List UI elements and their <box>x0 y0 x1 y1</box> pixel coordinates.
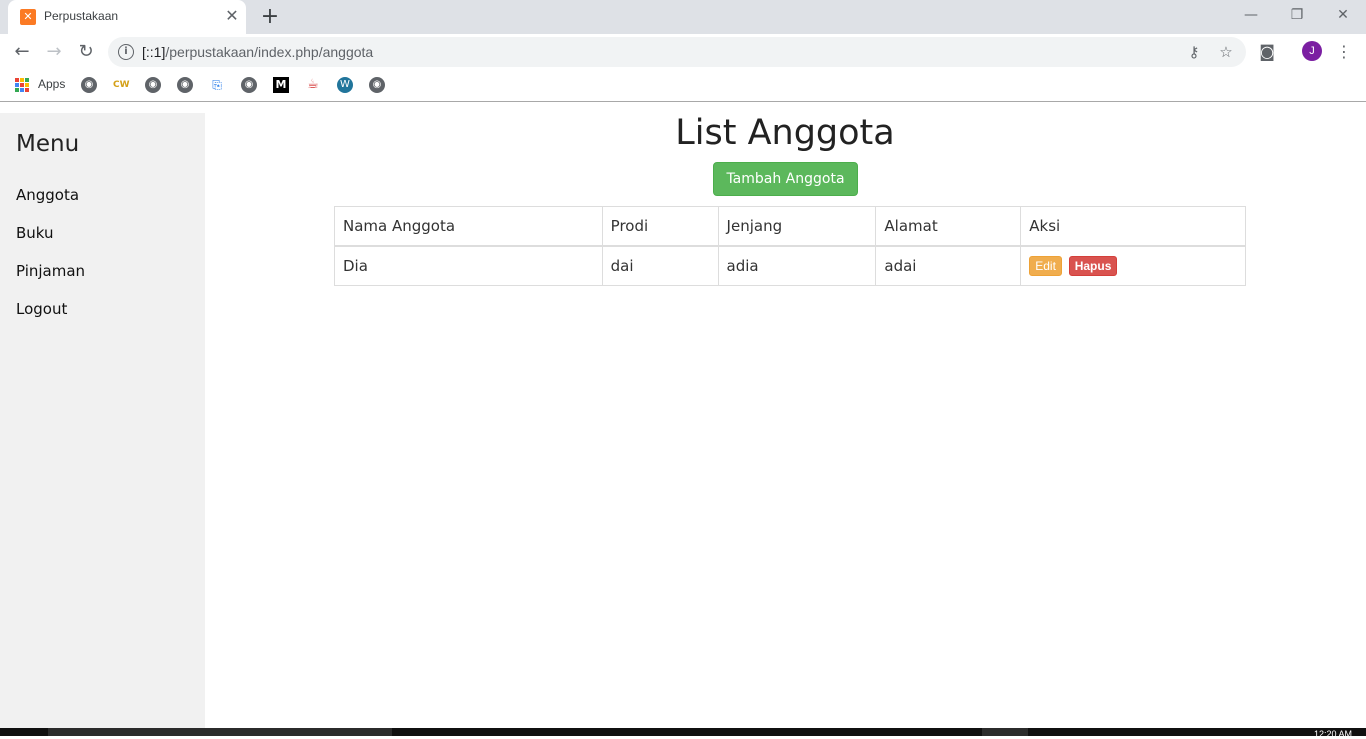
edit-button[interactable]: Edit <box>1029 255 1062 276</box>
delete-button[interactable]: Hapus <box>1068 255 1118 276</box>
menu-icon[interactable]: ⋮ <box>1332 40 1356 64</box>
restore-icon[interactable]: ❐ <box>1274 0 1320 30</box>
address-bar[interactable]: i [::1]/perpustakaan/index.php/anggota ⚷… <box>108 37 1246 67</box>
close-tab-icon[interactable]: ✕ <box>222 6 242 26</box>
key-icon[interactable]: ⚷ <box>1184 42 1204 62</box>
info-icon[interactable]: i <box>118 44 134 60</box>
camera-icon[interactable]: ◙ <box>1255 40 1279 64</box>
wordpress-icon[interactable]: W <box>337 77 353 93</box>
browser-toolbar: ← → ↻ i [::1]/perpustakaan/index.php/ang… <box>0 34 1366 70</box>
page-title: List Anggota <box>675 113 895 153</box>
globe-icon[interactable]: ◉ <box>81 77 97 93</box>
globe-icon[interactable]: ◉ <box>369 77 385 93</box>
taskbar-search[interactable] <box>48 728 392 736</box>
cell-prodi: dai <box>601 245 719 286</box>
avatar[interactable]: J <box>1302 41 1322 61</box>
column-header: Aksi <box>1020 206 1246 247</box>
medium-icon[interactable]: M <box>273 77 289 93</box>
apps-icon[interactable] <box>15 78 29 92</box>
url-path: /perpustakaan/index.php/anggota <box>165 44 374 60</box>
sidebar: Menu Anggota Buku Pinjaman Logout <box>0 113 205 728</box>
column-header: Alamat <box>875 206 1022 247</box>
close-window-icon[interactable]: ✕ <box>1320 0 1366 30</box>
cell-jenjang: adia <box>717 245 877 286</box>
clock: 12:20 AM <box>1313 729 1352 739</box>
cell-alamat: adai <box>875 245 1022 286</box>
back-icon[interactable]: ← <box>8 38 36 66</box>
sidebar-item-buku[interactable]: Buku <box>16 224 54 242</box>
minimize-icon[interactable]: — <box>1228 0 1274 30</box>
cell-nama: Dia <box>334 245 603 286</box>
table-row: Dia dai adia adai Edit Hapus <box>334 245 1246 286</box>
taskbar: 12:20 AM <box>0 728 1366 739</box>
reload-icon[interactable]: ↻ <box>72 38 100 66</box>
sidebar-item-logout[interactable]: Logout <box>16 300 67 318</box>
tab-strip: ✕ Perpustakaan ✕ + — ❐ ✕ <box>0 0 1366 34</box>
column-header: Jenjang <box>717 206 877 247</box>
java-icon[interactable]: ☕ <box>305 77 321 93</box>
url-text[interactable]: [::1]/perpustakaan/index.php/anggota <box>142 44 373 60</box>
document-icon[interactable]: ⎘ <box>209 77 225 93</box>
globe-icon[interactable]: ◉ <box>241 77 257 93</box>
tab-title: Perpustakaan <box>44 9 119 23</box>
forward-icon[interactable]: → <box>40 38 68 66</box>
cell-aksi: Edit Hapus <box>1020 245 1246 286</box>
globe-icon[interactable]: ◉ <box>177 77 193 93</box>
apps-label[interactable]: Apps <box>38 77 65 91</box>
column-header: Prodi <box>601 206 719 247</box>
new-tab-icon[interactable]: + <box>258 5 282 29</box>
add-member-button[interactable]: Tambah Anggota <box>713 162 858 196</box>
sidebar-item-pinjaman[interactable]: Pinjaman <box>16 262 85 280</box>
globe-icon[interactable]: ◉ <box>145 77 161 93</box>
column-header: Nama Anggota <box>334 206 603 247</box>
url-host: [::1] <box>142 44 166 60</box>
members-table: Nama Anggota Prodi Jenjang Alamat Aksi D… <box>334 206 1246 286</box>
page-content: Menu Anggota Buku Pinjaman Logout List A… <box>0 103 1366 728</box>
sidebar-title: Menu <box>16 131 80 157</box>
table-header-row: Nama Anggota Prodi Jenjang Alamat Aksi <box>334 206 1246 247</box>
sidebar-item-anggota[interactable]: Anggota <box>16 186 79 204</box>
taskbar-app[interactable] <box>982 728 1028 736</box>
xampp-icon: ✕ <box>20 9 36 25</box>
browser-tab[interactable]: ✕ Perpustakaan ✕ <box>8 0 246 34</box>
star-icon[interactable]: ☆ <box>1216 42 1236 62</box>
cw-icon[interactable]: CW <box>113 77 130 93</box>
bookmarks-bar: Apps ◉ CW ◉ ◉ ⎘ ◉ M ☕ W ◉ <box>0 70 1366 102</box>
